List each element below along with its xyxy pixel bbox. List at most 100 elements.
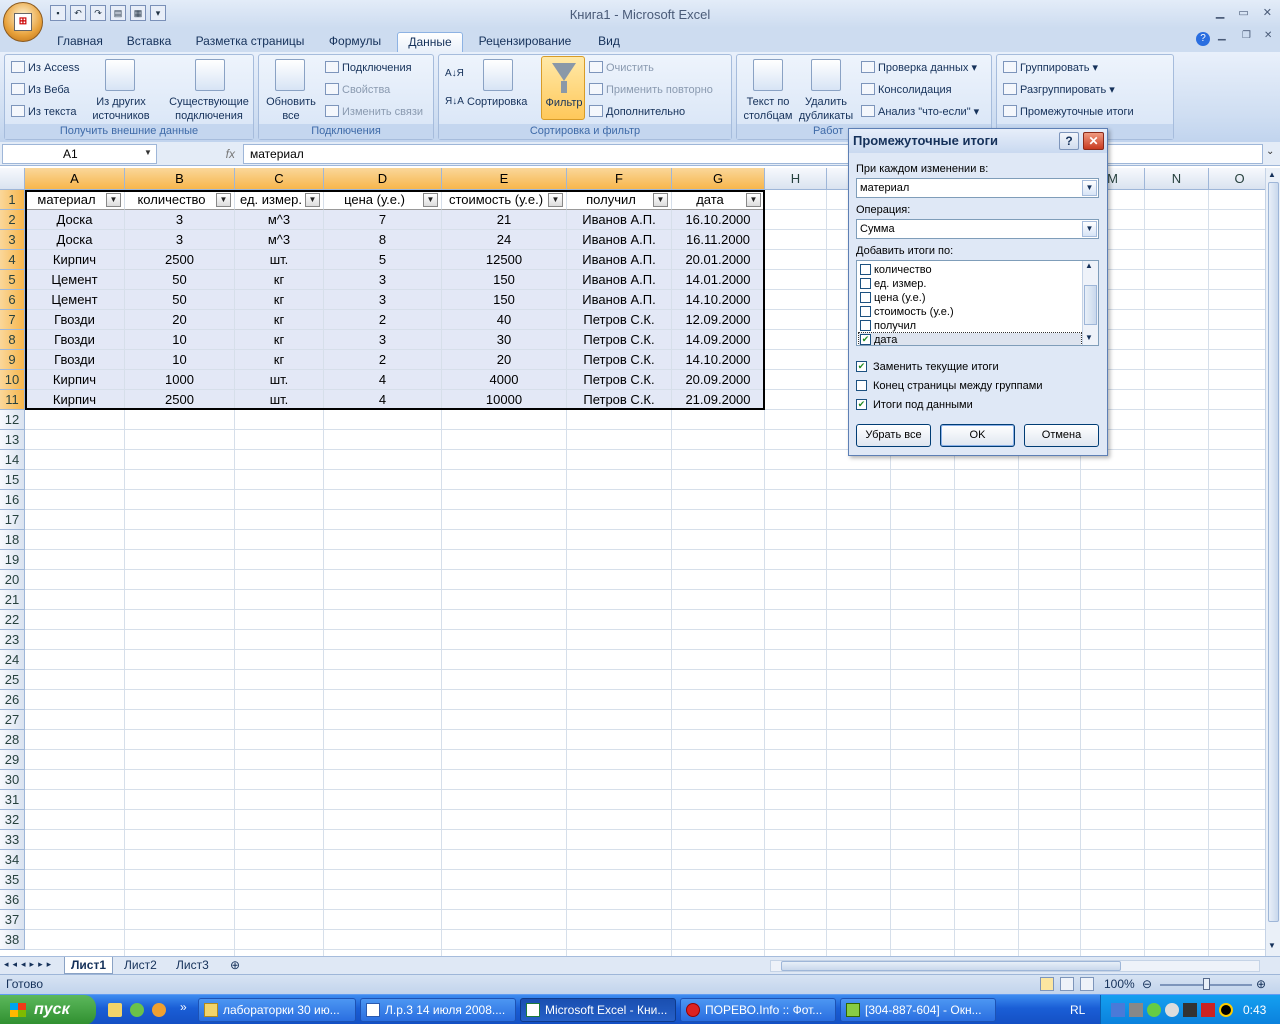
column-header[interactable]: E: [442, 168, 567, 190]
table-cell[interactable]: 30: [442, 330, 567, 350]
close-icon[interactable]: ✕: [1263, 6, 1272, 19]
row-header[interactable]: 36: [0, 890, 25, 910]
row-header[interactable]: 4: [0, 250, 25, 270]
table-cell[interactable]: Петров С.К.: [567, 310, 672, 330]
taskbar-item-word[interactable]: Л.р.3 14 июля 2008....: [360, 998, 516, 1022]
quicklaunch-icon-1[interactable]: [108, 1003, 122, 1017]
row-header[interactable]: 33: [0, 830, 25, 850]
ribbon-close-icon[interactable]: ✕: [1264, 30, 1272, 41]
minimize-icon[interactable]: ▁: [1216, 6, 1224, 19]
table-header-cell[interactable]: количество ▼: [125, 190, 235, 210]
replace-current-checkbox[interactable]: ✔ Заменить текущие итоги: [856, 360, 999, 374]
table-cell[interactable]: 4000: [442, 370, 567, 390]
table-header-cell[interactable]: материал ▼: [25, 190, 125, 210]
table-cell[interactable]: Гвозди: [25, 330, 125, 350]
table-cell[interactable]: Петров С.К.: [567, 330, 672, 350]
table-cell[interactable]: шт.: [235, 250, 324, 270]
row-header[interactable]: 15: [0, 470, 25, 490]
row-header[interactable]: 14: [0, 450, 25, 470]
network-icon[interactable]: [1111, 1003, 1125, 1017]
column-header[interactable]: N: [1145, 168, 1209, 190]
list-item[interactable]: цена (у.е.): [859, 291, 1081, 305]
summary-below-checkbox[interactable]: ✔ Итоги под данными: [856, 398, 973, 412]
row-header[interactable]: 26: [0, 690, 25, 710]
row-header[interactable]: 16: [0, 490, 25, 510]
zoom-out-icon[interactable]: ⊖: [1142, 977, 1152, 991]
table-cell[interactable]: 10: [125, 330, 235, 350]
insert-sheet-icon[interactable]: ⊕: [224, 957, 246, 974]
table-cell[interactable]: 16.11.2000: [672, 230, 765, 250]
table-cell[interactable]: шт.: [235, 370, 324, 390]
filter-dropdown-icon[interactable]: ▼: [423, 193, 438, 207]
vertical-scrollbar[interactable]: ▲ ▼: [1265, 168, 1280, 956]
expand-formula-icon[interactable]: ⌄: [1266, 146, 1274, 157]
table-cell[interactable]: Доска: [25, 210, 125, 230]
formula-input[interactable]: материал: [243, 144, 1263, 164]
add-subtotal-to-list[interactable]: ▲ ▼ количество ед. измер. цена (у.е.) стоим…: [856, 260, 1099, 346]
table-header-cell[interactable]: стоимость (у.е.) ▼: [442, 190, 567, 210]
page-break-checkbox[interactable]: Конец страницы между группами: [856, 379, 1042, 393]
clear-filter-button[interactable]: Очистить: [589, 61, 654, 75]
table-cell[interactable]: Кирпич: [25, 370, 125, 390]
row-header[interactable]: 28: [0, 730, 25, 750]
table-cell[interactable]: 150: [442, 290, 567, 310]
group-button[interactable]: Группировать ▾: [1003, 61, 1098, 75]
filter-dropdown-icon[interactable]: ▼: [653, 193, 668, 207]
row-header[interactable]: 19: [0, 550, 25, 570]
row-header[interactable]: 21: [0, 590, 25, 610]
subtotal-button[interactable]: Промежуточные итоги: [1003, 105, 1134, 119]
table-cell[interactable]: 24: [442, 230, 567, 250]
taskbar-item-opera[interactable]: ПОРЕВО.Info :: Фот...: [680, 998, 836, 1022]
row-header[interactable]: 32: [0, 810, 25, 830]
row-header[interactable]: 29: [0, 750, 25, 770]
sheet-tab-3[interactable]: Лист3: [170, 957, 215, 974]
table-cell[interactable]: кг: [235, 290, 324, 310]
column-header[interactable]: O: [1209, 168, 1265, 190]
scroll-up-icon[interactable]: ▲: [1085, 261, 1093, 270]
list-item[interactable]: ✔ дата: [858, 332, 1082, 345]
tab-page-layout[interactable]: Разметка страницы: [188, 32, 312, 52]
tray-icon-7[interactable]: [1219, 1003, 1233, 1017]
table-cell[interactable]: 21.09.2000: [672, 390, 765, 410]
ribbon-minimize-icon[interactable]: ▁: [1218, 30, 1226, 41]
column-header[interactable]: C: [235, 168, 324, 190]
table-cell[interactable]: Иванов А.П.: [567, 250, 672, 270]
table-cell[interactable]: 12.09.2000: [672, 310, 765, 330]
row-header[interactable]: 7: [0, 310, 25, 330]
column-header[interactable]: G: [672, 168, 765, 190]
chevron-down-icon[interactable]: ▼: [1082, 180, 1097, 196]
row-header[interactable]: 13: [0, 430, 25, 450]
tray-icon-4[interactable]: [1165, 1003, 1179, 1017]
list-scrollbar[interactable]: ▲ ▼: [1082, 261, 1098, 345]
maximize-icon[interactable]: ▭: [1238, 6, 1248, 19]
list-item[interactable]: количество: [859, 263, 1081, 277]
what-if-button[interactable]: Анализ "что-если" ▾: [861, 105, 979, 119]
row-header[interactable]: 1: [0, 190, 25, 210]
tray-icon-2[interactable]: [1129, 1003, 1143, 1017]
filter-dropdown-icon[interactable]: ▼: [305, 193, 320, 207]
table-cell[interactable]: 7: [324, 210, 442, 230]
table-cell[interactable]: 2500: [125, 250, 235, 270]
hscroll-thumb[interactable]: [781, 961, 1121, 971]
taskbar-item-folder[interactable]: лабораторки 30 ию...: [198, 998, 356, 1022]
table-cell[interactable]: 3: [324, 290, 442, 310]
list-item[interactable]: ед. измер.: [859, 277, 1081, 291]
table-cell[interactable]: 14.01.2000: [672, 270, 765, 290]
zoom-slider-thumb[interactable]: [1203, 978, 1210, 990]
filter-dropdown-icon[interactable]: ▼: [106, 193, 121, 207]
zoom-in-icon[interactable]: ⊕: [1256, 977, 1266, 991]
scroll-up-icon[interactable]: ▲: [1268, 170, 1276, 179]
dialog-close-button[interactable]: ✕: [1083, 132, 1104, 150]
table-header-cell[interactable]: дата ▼: [672, 190, 765, 210]
advanced-filter-button[interactable]: Дополнительно: [589, 105, 685, 119]
select-all-corner[interactable]: [0, 168, 25, 190]
table-cell[interactable]: 4: [324, 370, 442, 390]
cancel-button[interactable]: Отмена: [1024, 424, 1099, 447]
sort-desc-icon[interactable]: Я↓А: [445, 95, 464, 109]
table-cell[interactable]: Кирпич: [25, 390, 125, 410]
table-cell[interactable]: 21: [442, 210, 567, 230]
table-cell[interactable]: 1000: [125, 370, 235, 390]
table-cell[interactable]: Петров С.К.: [567, 370, 672, 390]
table-cell[interactable]: 10000: [442, 390, 567, 410]
table-cell[interactable]: Иванов А.П.: [567, 290, 672, 310]
